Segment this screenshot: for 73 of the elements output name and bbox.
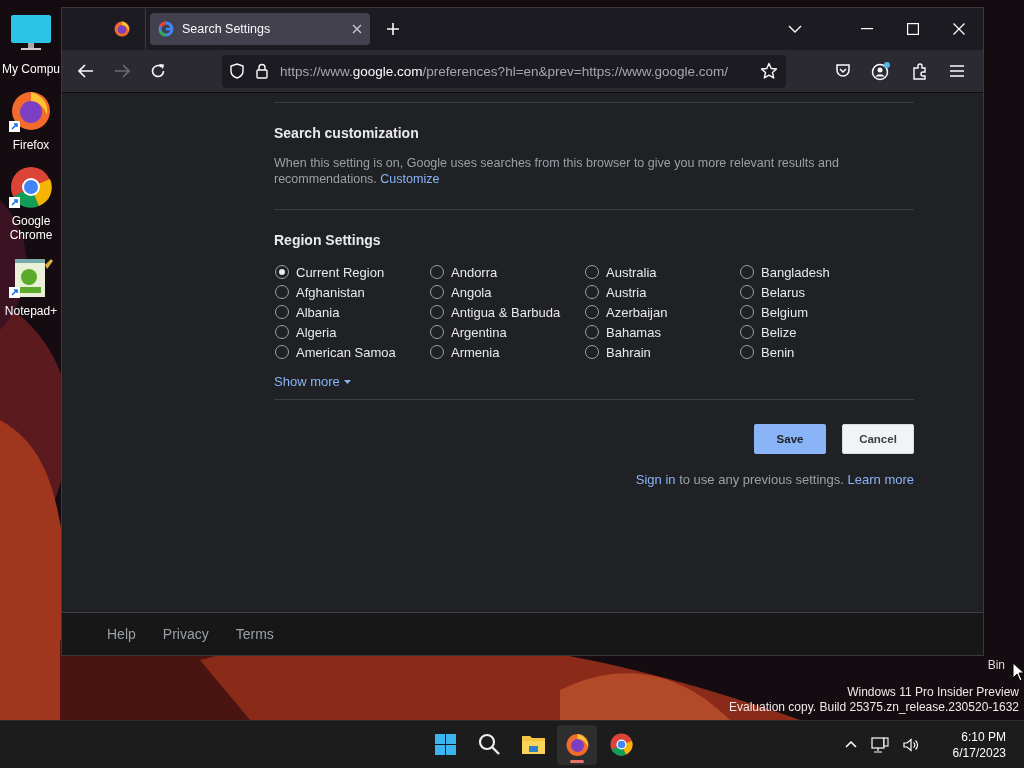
icon-label[interactable]: Bin	[987, 658, 1005, 672]
radio-label[interactable]: Angola	[451, 284, 492, 300]
radio-label[interactable]: Bahrain	[606, 344, 651, 360]
volume-icon[interactable]	[902, 737, 919, 752]
maximize-icon[interactable]	[907, 23, 919, 35]
url-text: https://www.google.com/preferences?hl=en&prev=https://www.google.com/	[280, 63, 729, 79]
puzzle-icon[interactable]	[911, 62, 929, 80]
radio-label[interactable]: Afghanistan	[296, 284, 365, 300]
radio-label[interactable]: Bahamas	[606, 324, 661, 340]
chevron-up-icon[interactable]	[844, 741, 857, 748]
radio-label[interactable]: Armenia	[451, 344, 500, 360]
caret-icon	[343, 379, 351, 384]
description-text: When this setting is on, Google uses searches from this browser to give you more relevant results and recommendations. Customize	[274, 155, 840, 187]
learn-more-link[interactable]: Learn more	[847, 472, 914, 487]
active-indicator	[570, 759, 584, 763]
footer-link[interactable]: Help	[107, 626, 136, 642]
radio-label[interactable]: Andorra	[451, 264, 498, 280]
search-icon	[476, 732, 502, 757]
clock-date[interactable]: 6/17/2023	[952, 744, 1006, 761]
icon-label[interactable]: Firefox	[2, 138, 60, 152]
radio-label[interactable]: Belgium	[761, 304, 808, 320]
show-more-link[interactable]: Show more	[274, 374, 351, 389]
browser-icon[interactable]	[9, 165, 53, 209]
radio-label[interactable]: Austria	[606, 284, 647, 300]
start-icon	[432, 732, 458, 757]
account-icon[interactable]	[871, 61, 891, 81]
star-icon[interactable]	[760, 62, 778, 80]
radio-label[interactable]: Bangladesh	[761, 264, 830, 280]
radio-label[interactable]: Australia	[606, 264, 657, 280]
footer-link[interactable]: Privacy	[162, 626, 209, 642]
new-tab-icon[interactable]	[386, 22, 400, 36]
sign-in-text: Sign in to use any previous settings. Learn more	[634, 472, 914, 487]
watermark-text: Windows 11 Pro Insider Preview	[847, 685, 1019, 700]
sign-in-link[interactable]: Sign in	[635, 472, 676, 487]
section-title: Search customization	[274, 125, 420, 141]
radio-label[interactable]: Belarus	[761, 284, 806, 300]
browser-tab[interactable]: Search Settings	[150, 13, 370, 45]
close-icon[interactable]	[352, 24, 362, 34]
pocket-icon[interactable]	[835, 63, 851, 79]
menu-icon[interactable]	[949, 65, 965, 77]
radio-label[interactable]: Algeria	[296, 324, 337, 340]
icon-label[interactable]: Notepad+	[2, 304, 60, 318]
taskbar-button[interactable]	[557, 724, 597, 765]
radio-label[interactable]: Antigua & Barbuda	[451, 304, 561, 320]
browser-icon[interactable]	[9, 89, 53, 133]
section-title: Region Settings	[274, 232, 382, 248]
browser-icon	[608, 732, 634, 757]
cancel-button[interactable]: Cancel	[842, 424, 914, 454]
browser-icon	[564, 732, 590, 757]
save-button[interactable]: Save	[754, 424, 826, 454]
network-icon[interactable]	[870, 736, 889, 753]
clock-time[interactable]: 6:10 PM	[961, 728, 1006, 745]
icon-label[interactable]: Google Chrome	[2, 214, 60, 242]
radio-label[interactable]: Benin	[761, 344, 795, 360]
icon-label[interactable]: My Compu	[2, 62, 60, 76]
footer-link[interactable]: Terms	[235, 626, 274, 642]
radio-label[interactable]: Albania	[296, 304, 340, 320]
back-icon[interactable]	[78, 64, 94, 78]
minimize-icon[interactable]	[861, 28, 873, 30]
customize-link[interactable]: Customize	[380, 172, 440, 186]
radio-label[interactable]: Current Region	[296, 264, 385, 280]
radio-label[interactable]: Azerbaijan	[606, 304, 668, 320]
shield-icon[interactable]	[230, 63, 244, 79]
chevron-down-icon[interactable]	[788, 25, 802, 33]
reload-icon[interactable]	[150, 63, 166, 79]
lock-icon[interactable]	[256, 63, 268, 79]
radio-label[interactable]: Belize	[761, 324, 797, 340]
browser-icon	[113, 20, 131, 38]
cursor-icon	[1012, 662, 1024, 682]
radio-label[interactable]: Argentina	[451, 324, 507, 340]
radio-label[interactable]: American Samoa	[296, 344, 396, 360]
address-bar[interactable]: https://www.google.com/preferences?hl=en&prev=https://www.google.com/	[222, 54, 786, 88]
site-icon	[158, 21, 174, 37]
